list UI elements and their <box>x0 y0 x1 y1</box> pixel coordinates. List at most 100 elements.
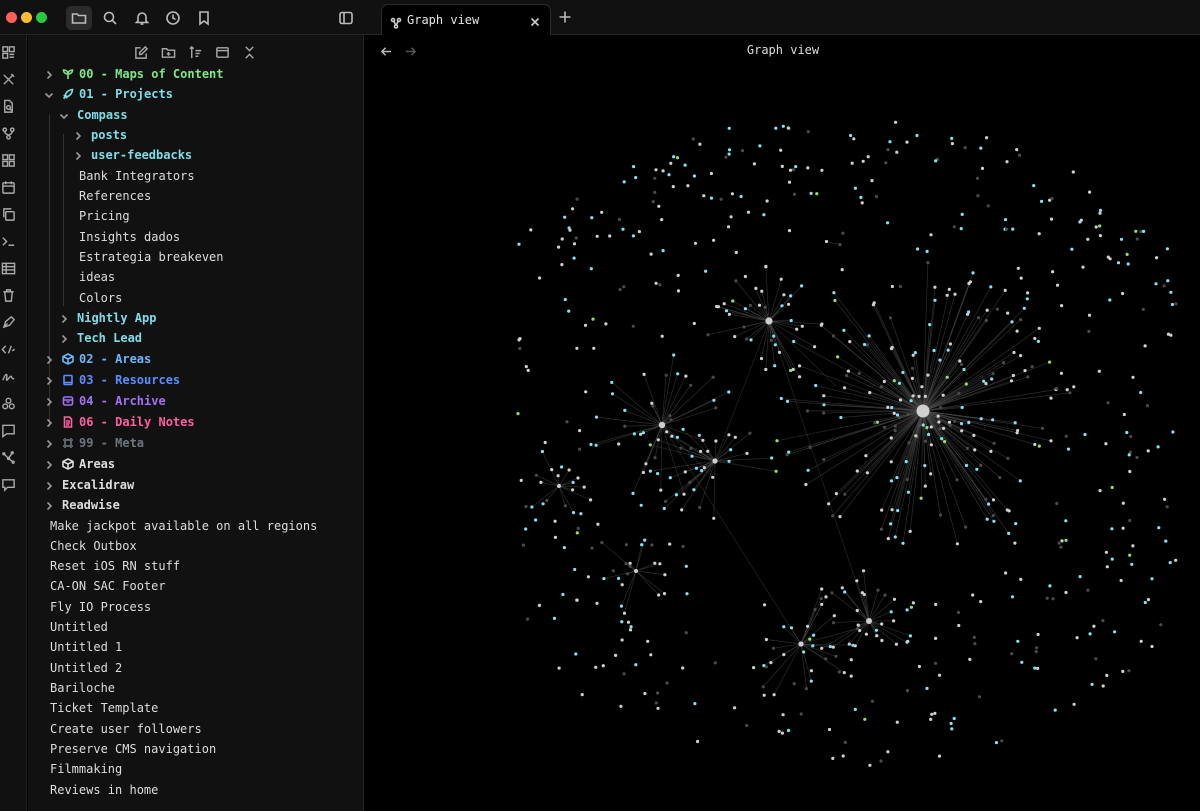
graph-node[interactable] <box>1064 519 1068 523</box>
graph-node[interactable] <box>950 727 954 731</box>
graph-node[interactable] <box>1068 391 1072 395</box>
graph-node[interactable] <box>916 247 920 251</box>
message-square-icon[interactable] <box>1 423 17 439</box>
graph-node[interactable] <box>1168 561 1172 565</box>
graph-node[interactable] <box>563 215 567 219</box>
graph-node[interactable] <box>1006 456 1010 460</box>
graph-node[interactable] <box>980 166 985 170</box>
graph-node[interactable] <box>791 367 795 372</box>
graph-node[interactable] <box>617 442 621 446</box>
folder-item[interactable]: 01 - Projects <box>44 84 173 104</box>
signature-icon[interactable] <box>1 369 17 385</box>
graph-node[interactable] <box>1127 453 1131 457</box>
graph-node[interactable] <box>984 318 989 323</box>
graph-node[interactable] <box>1142 229 1146 233</box>
graph-node[interactable] <box>911 353 915 357</box>
graph-node[interactable] <box>938 513 943 517</box>
graph-node[interactable] <box>661 249 665 253</box>
graph-node[interactable] <box>1101 619 1105 623</box>
copy-icon[interactable] <box>1 207 17 223</box>
graph-node[interactable] <box>892 619 896 623</box>
graph-node[interactable] <box>628 564 632 568</box>
graph-node[interactable] <box>898 398 903 402</box>
graph-node[interactable] <box>622 611 627 615</box>
graph-node[interactable] <box>654 701 658 705</box>
graph-node[interactable] <box>571 511 576 515</box>
graph-node[interactable] <box>675 435 679 439</box>
graph-node[interactable] <box>518 337 522 341</box>
graph-node[interactable] <box>1013 541 1017 545</box>
graph-node[interactable] <box>1026 375 1030 379</box>
graph-node[interactable] <box>550 468 554 472</box>
chevron-right-icon[interactable] <box>44 417 54 428</box>
graph-node[interactable] <box>1131 544 1135 548</box>
graph-node[interactable] <box>1150 644 1154 649</box>
graph-node[interactable] <box>780 304 784 308</box>
graph-node[interactable] <box>794 165 798 169</box>
graph-node[interactable] <box>1169 333 1173 337</box>
graph-node[interactable] <box>808 445 812 450</box>
graph-node[interactable] <box>843 492 847 496</box>
graph-node[interactable] <box>917 664 922 669</box>
graph-node[interactable] <box>1166 279 1170 283</box>
graph-node[interactable] <box>567 226 571 230</box>
graph-canvas[interactable] <box>366 66 1200 811</box>
graph-node[interactable] <box>840 268 844 272</box>
graph-node[interactable] <box>631 324 635 328</box>
graph-node[interactable] <box>1059 371 1063 375</box>
graph-node[interactable] <box>855 579 859 583</box>
graph-node[interactable] <box>886 750 890 754</box>
graph-node[interactable] <box>909 399 913 403</box>
graph-node[interactable] <box>907 441 911 445</box>
graph-node[interactable] <box>937 673 942 677</box>
graph-node[interactable] <box>722 302 726 306</box>
graph-node[interactable] <box>676 289 681 293</box>
chevron-down-icon[interactable] <box>44 89 54 99</box>
graph-node[interactable] <box>896 509 900 513</box>
graph-node[interactable] <box>734 279 738 283</box>
graph-node[interactable] <box>831 334 835 338</box>
graph-node[interactable] <box>683 163 687 167</box>
graph-node[interactable] <box>967 310 971 314</box>
graph-node[interactable] <box>849 133 853 138</box>
graph-node[interactable] <box>889 460 893 464</box>
graph-node[interactable] <box>757 303 762 307</box>
graph-node[interactable] <box>964 463 969 468</box>
graph-node[interactable] <box>914 434 918 438</box>
graph-node[interactable] <box>960 362 964 366</box>
graph-node[interactable] <box>1066 447 1071 451</box>
graph-node[interactable] <box>1015 148 1019 152</box>
sidebar-toggle-icon[interactable] <box>333 6 359 30</box>
graph-node[interactable] <box>1017 153 1022 157</box>
graph-node[interactable] <box>679 446 683 450</box>
graph-node[interactable] <box>672 353 676 357</box>
graph-node[interactable] <box>571 480 575 485</box>
graph-node[interactable] <box>795 327 799 331</box>
graph-node[interactable] <box>620 638 624 642</box>
graph-node[interactable] <box>661 169 665 173</box>
graph-node[interactable] <box>842 328 846 332</box>
graph-node[interactable] <box>942 426 946 430</box>
graph-node[interactable] <box>925 426 929 430</box>
graph-node[interactable] <box>834 492 838 496</box>
graph-node[interactable] <box>946 348 950 352</box>
graph-node[interactable] <box>856 623 860 627</box>
graph-node[interactable] <box>692 488 696 492</box>
graph-node[interactable] <box>575 598 579 602</box>
graph-node[interactable] <box>574 236 578 240</box>
graph-node[interactable] <box>733 335 737 339</box>
graph-node[interactable] <box>1064 538 1068 542</box>
graph-node[interactable] <box>727 390 731 394</box>
graph-node[interactable] <box>967 420 971 425</box>
file-item[interactable]: Preserve CMS navigation <box>50 739 216 759</box>
graph-node[interactable] <box>889 347 894 351</box>
graph-node[interactable] <box>669 161 673 165</box>
graph-node[interactable] <box>774 126 778 130</box>
graph-node[interactable] <box>809 669 813 673</box>
graph-node[interactable] <box>925 249 929 253</box>
chevron-right-icon[interactable] <box>44 438 54 449</box>
graph-node[interactable] <box>689 446 693 450</box>
graph-node[interactable] <box>543 440 547 445</box>
graph-node[interactable] <box>519 478 523 482</box>
graph-node[interactable] <box>938 427 942 431</box>
